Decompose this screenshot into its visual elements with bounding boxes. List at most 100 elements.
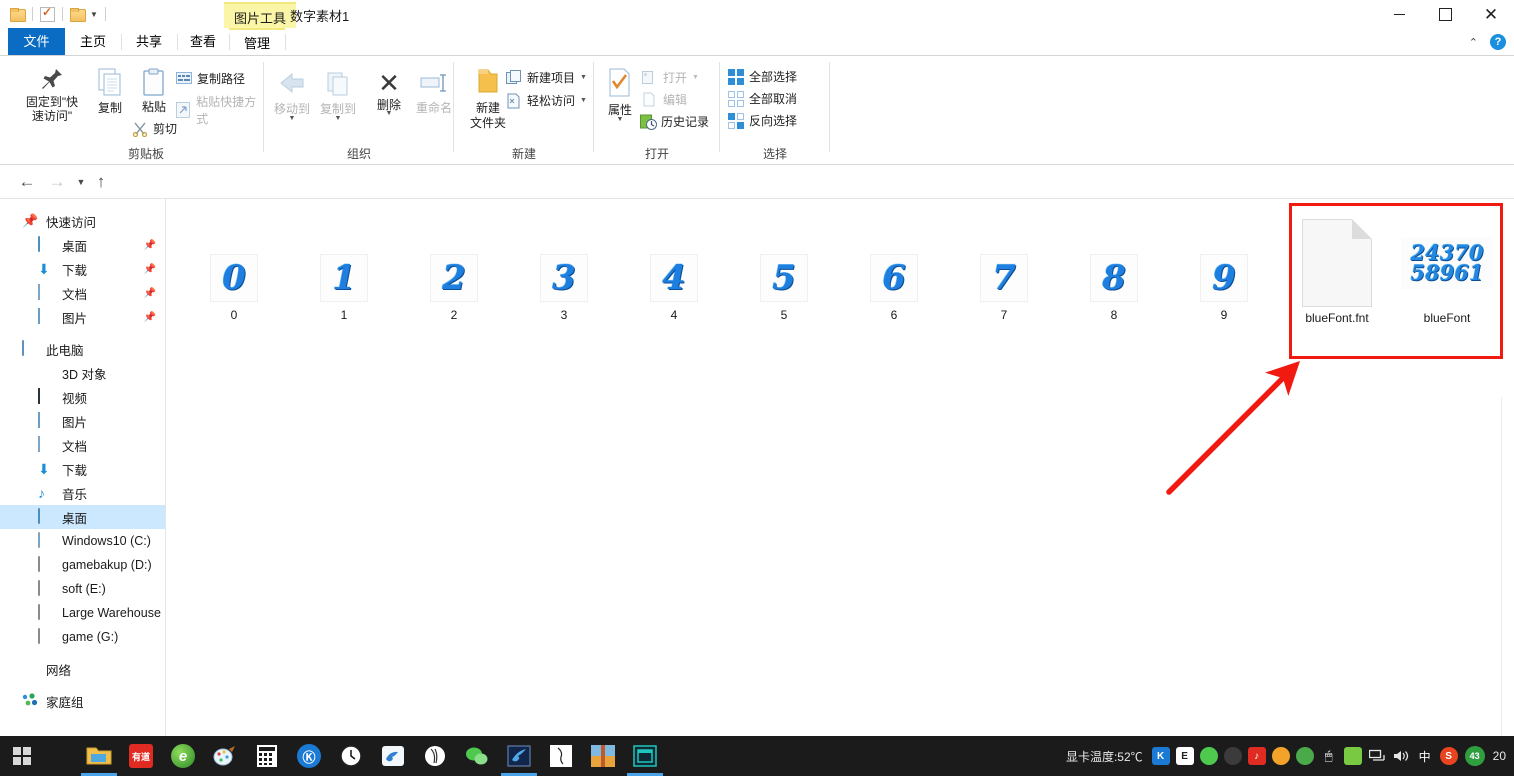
select-all-button[interactable]: 全部选择 bbox=[728, 68, 797, 85]
sidebar-item-pictures[interactable]: 图片 📌 bbox=[0, 305, 165, 329]
temperature-tray-icon[interactable]: 43 bbox=[1461, 736, 1489, 776]
invert-selection-button[interactable]: 反向选择 bbox=[728, 112, 797, 129]
cut-button[interactable]: 剪切 bbox=[132, 120, 177, 137]
graphics-tray-icon[interactable] bbox=[1341, 736, 1365, 776]
qqmusic-tray-icon[interactable]: ♪ bbox=[1245, 736, 1269, 776]
sidebar-item-desktop[interactable]: 桌面 📌 bbox=[0, 233, 165, 257]
taskbar-app-clock[interactable] bbox=[330, 736, 372, 776]
volume-tray-icon[interactable] bbox=[1389, 736, 1413, 776]
file-item[interactable]: 2 2 bbox=[402, 254, 506, 322]
file-item[interactable]: 4 4 bbox=[622, 254, 726, 322]
taskbar-app-tool[interactable] bbox=[540, 736, 582, 776]
sidebar-item-pictures-pc[interactable]: 图片 bbox=[0, 409, 165, 433]
properties-button[interactable]: 属性 ▼ bbox=[598, 68, 642, 124]
file-item[interactable]: 9 9 bbox=[1172, 254, 1276, 322]
taskbar-app-youdao[interactable]: 有道 bbox=[120, 736, 162, 776]
taskbar-app-edge[interactable]: e bbox=[162, 736, 204, 776]
sidebar-item-large-warehouse[interactable]: Large Warehouse bbox=[0, 601, 165, 625]
paste-button[interactable]: 粘贴 bbox=[130, 68, 178, 114]
ime-tray-icon[interactable]: 中 bbox=[1413, 736, 1437, 776]
sogou-tray-icon[interactable]: S bbox=[1437, 736, 1461, 776]
move-to-button[interactable]: 移动到 ▼ bbox=[268, 70, 316, 123]
file-item[interactable]: 3 3 bbox=[512, 254, 616, 322]
sidebar-item-downloads[interactable]: ⬇ 下载 📌 bbox=[0, 257, 165, 281]
copy-path-button[interactable]: 复制路径 bbox=[176, 70, 245, 87]
sidebar-item-network[interactable]: 网络 bbox=[0, 657, 165, 681]
chevron-down-icon[interactable]: ▼ bbox=[89, 10, 98, 19]
sidebar-item-documents-pc[interactable]: 文档 bbox=[0, 433, 165, 457]
shield-tray-icon[interactable] bbox=[1293, 736, 1317, 776]
chevron-down-icon[interactable]: ▼ bbox=[289, 115, 296, 123]
file-item[interactable]: 7 7 bbox=[952, 254, 1056, 322]
sidebar-item-homegroup[interactable]: 家庭组 bbox=[0, 689, 165, 713]
back-button[interactable]: ← bbox=[16, 171, 38, 193]
copy-button[interactable]: 复制 bbox=[86, 68, 134, 115]
new-folder-icon[interactable] bbox=[70, 7, 86, 22]
history-button[interactable]: 历史记录 bbox=[640, 113, 709, 130]
taskbar-app-wechat[interactable] bbox=[456, 736, 498, 776]
taskbar-app-eclipse[interactable] bbox=[414, 736, 456, 776]
taskbar-app-bird[interactable] bbox=[372, 736, 414, 776]
taskbar-search-box[interactable] bbox=[44, 736, 66, 776]
collapse-ribbon-icon[interactable]: ⌃ bbox=[1469, 36, 1478, 49]
sidebar-item-desktop-pc[interactable]: 桌面 bbox=[0, 505, 165, 529]
close-button[interactable]: ✕ bbox=[1468, 0, 1514, 28]
taskbar-app-file-explorer[interactable] bbox=[78, 736, 120, 776]
sidebar-item-3d-objects[interactable]: 3D 对象 bbox=[0, 361, 165, 385]
chevron-down-icon[interactable]: ▼ bbox=[617, 116, 624, 124]
taskbar-app-winrar[interactable] bbox=[582, 736, 624, 776]
network-tray-icon[interactable] bbox=[1365, 736, 1389, 776]
kingsoft-tray-icon[interactable]: K bbox=[1149, 736, 1173, 776]
rename-button[interactable]: 重命名 bbox=[410, 71, 458, 116]
tab-manage[interactable]: 管理 bbox=[229, 28, 285, 56]
recent-locations-button[interactable]: ▼ bbox=[70, 171, 92, 193]
pin-icon[interactable]: 📌 bbox=[144, 312, 156, 323]
sidebar-item-downloads-pc[interactable]: ⬇ 下载 bbox=[0, 457, 165, 481]
file-item[interactable]: 8 8 bbox=[1062, 254, 1166, 322]
file-item[interactable]: 0 0 bbox=[182, 254, 286, 322]
sidebar-header-this-pc[interactable]: 此电脑 bbox=[0, 337, 165, 361]
file-item[interactable]: 6 6 bbox=[842, 254, 946, 322]
tab-share[interactable]: 共享 bbox=[121, 28, 177, 56]
taskbar-app-paint[interactable] bbox=[204, 736, 246, 776]
chevron-down-icon[interactable]: ▼ bbox=[386, 110, 393, 118]
qq-tray-icon[interactable] bbox=[1221, 736, 1245, 776]
sidebar-item-gamebakup-d[interactable]: gamebakup (D:) bbox=[0, 553, 165, 577]
mouse-tray-icon[interactable]: 🖱 bbox=[1317, 736, 1341, 776]
folder-icon[interactable] bbox=[10, 7, 26, 22]
taskbar-app-calculator[interactable] bbox=[246, 736, 288, 776]
taskbar-app-kingsoft[interactable]: Ⓚ bbox=[288, 736, 330, 776]
easy-access-button[interactable]: 轻松访问 ▼ bbox=[506, 92, 587, 109]
help-icon[interactable]: ? bbox=[1490, 34, 1506, 50]
tab-home[interactable]: 主页 bbox=[65, 28, 121, 56]
vertical-scrollbar[interactable] bbox=[1501, 397, 1514, 776]
start-button[interactable] bbox=[0, 736, 44, 776]
properties-icon[interactable] bbox=[40, 5, 55, 22]
taskbar-app-cocos[interactable] bbox=[498, 736, 540, 776]
forward-button[interactable]: → bbox=[46, 171, 68, 193]
select-none-button[interactable]: 全部取消 bbox=[728, 90, 797, 107]
eclipse-tray-icon[interactable]: E bbox=[1173, 736, 1197, 776]
minimize-button[interactable] bbox=[1376, 0, 1422, 28]
sidebar-item-music[interactable]: ♪ 音乐 bbox=[0, 481, 165, 505]
pin-to-quick-access-button[interactable]: 固定到"快 速访问" bbox=[16, 66, 88, 124]
sidebar-item-videos[interactable]: 视频 bbox=[0, 385, 165, 409]
up-button[interactable]: ↑ bbox=[90, 171, 112, 193]
delete-button[interactable]: ✕ 删除 ▼ bbox=[366, 70, 412, 119]
security-tray-icon[interactable] bbox=[1269, 736, 1293, 776]
sidebar-item-game-g[interactable]: game (G:) bbox=[0, 625, 165, 649]
wechat-tray-icon[interactable] bbox=[1197, 736, 1221, 776]
sidebar-header-quick-access[interactable]: 📌 快速访问 bbox=[0, 209, 165, 233]
copy-to-button[interactable]: 复制到 ▼ bbox=[314, 70, 362, 123]
file-item[interactable]: 5 5 bbox=[732, 254, 836, 322]
sidebar-item-windows10-c[interactable]: Windows10 (C:) bbox=[0, 529, 165, 553]
maximize-button[interactable] bbox=[1422, 0, 1468, 28]
tab-file[interactable]: 文件 bbox=[8, 28, 65, 56]
pin-icon[interactable]: 📌 bbox=[144, 264, 156, 275]
tab-view[interactable]: 查看 bbox=[177, 28, 229, 56]
new-item-button[interactable]: 新建项目 ▼ bbox=[506, 69, 587, 86]
sidebar-item-documents[interactable]: 文档 📌 bbox=[0, 281, 165, 305]
chevron-down-icon[interactable]: ▼ bbox=[335, 115, 342, 123]
navigation-pane[interactable]: 📌 快速访问 桌面 📌 ⬇ 下载 📌 文档 📌 图片 📌 此电脑 3D 对象 视… bbox=[0, 199, 166, 737]
pin-icon[interactable]: 📌 bbox=[144, 288, 156, 299]
